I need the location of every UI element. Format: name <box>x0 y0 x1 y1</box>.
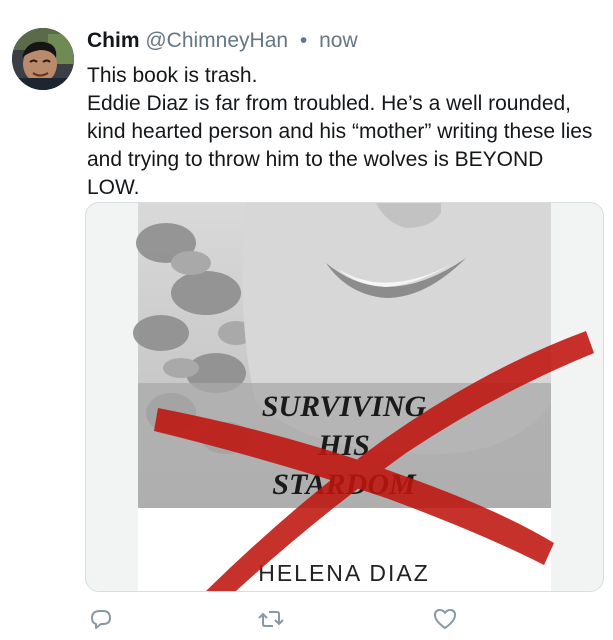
book-cover-image: SURVIVING HIS STARDOM HELENA DIAZ <box>86 203 603 591</box>
retweet-icon <box>258 611 284 627</box>
separator-dot: • <box>299 29 308 52</box>
tweet-text-line: Eddie Diaz is far from troubled. He’s a … <box>87 92 593 199</box>
tweet-media-image[interactable]: SURVIVING HIS STARDOM HELENA DIAZ <box>85 202 604 592</box>
tweet-text-line: This book is trash. <box>87 64 258 87</box>
tweet-actions <box>0 600 613 636</box>
tweet-text: This book is trash. Eddie Diaz is far fr… <box>87 62 597 202</box>
like-button[interactable] <box>432 606 458 632</box>
book-title-line: SURVIVING <box>262 390 427 423</box>
retweet-button[interactable] <box>258 606 284 632</box>
heart-icon <box>434 609 456 629</box>
tweet[interactable]: Chim @ChimneyHan • now This book is tras… <box>0 0 613 640</box>
avatar[interactable] <box>12 28 74 90</box>
avatar-image <box>12 28 74 90</box>
user-handle[interactable]: @ChimneyHan <box>145 29 288 52</box>
book-author: HELENA DIAZ <box>258 560 430 586</box>
reply-icon <box>91 610 111 629</box>
display-name[interactable]: Chim <box>87 29 140 52</box>
reply-button[interactable] <box>88 606 114 632</box>
tweet-header: Chim @ChimneyHan • now <box>87 27 358 55</box>
timestamp[interactable]: now <box>319 29 358 52</box>
